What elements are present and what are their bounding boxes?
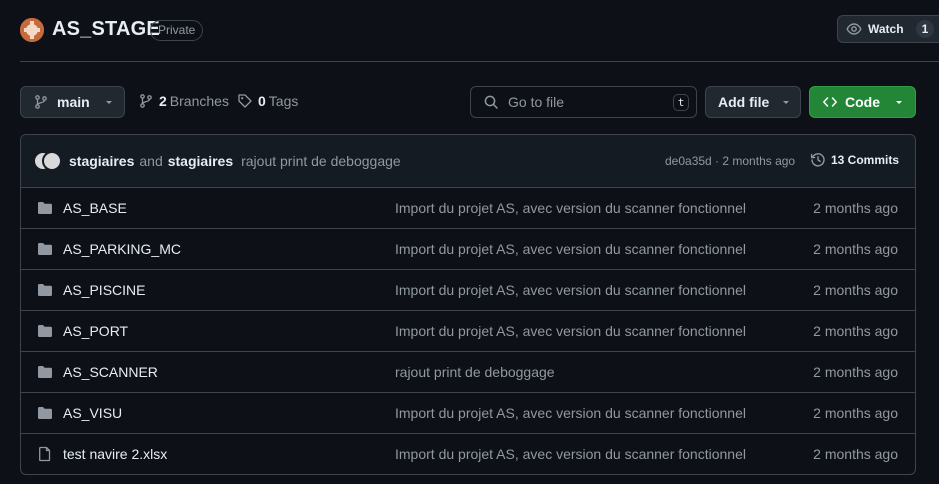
chevron-down-icon [781,97,791,107]
branches-label: Branches [169,93,229,109]
go-to-file-search[interactable]: t [470,86,697,118]
commit-time: 2 months ago [813,446,898,462]
tag-icon [237,93,253,109]
folder-icon [37,282,53,298]
code-icon [822,94,838,110]
header-divider [20,61,939,62]
folder-icon [37,405,53,421]
watch-label: Watch [868,22,904,36]
file-name-link[interactable]: AS_PARKING_MC [63,241,181,257]
commit-authors-avatars[interactable] [33,151,63,171]
table-row[interactable]: AS_BASE Import du projet AS, avec version… [21,188,915,229]
folder-icon [37,364,53,380]
commit-message-link[interactable]: Import du projet AS, avec version du sca… [395,282,746,298]
commit-time: 2 months ago [813,323,898,339]
branches-count: 2 [159,93,167,109]
file-name-link[interactable]: AS_PISCINE [63,282,145,298]
code-label: Code [845,94,880,110]
folder-icon [37,323,53,339]
file-table: stagiaires and stagiaires rajout print d… [20,134,916,475]
tags-count: 0 [258,93,266,109]
commit-time: 2 months ago [813,405,898,421]
commits-history-link[interactable]: 13 Commits [810,152,899,168]
visibility-badge: Private [150,20,204,41]
watch-button[interactable]: Watch 1 [837,15,939,43]
avatar [42,151,62,171]
commit-message-link[interactable]: Import du projet AS, avec version du sca… [395,446,746,462]
keyboard-shortcut-hint: t [673,94,689,111]
file-name-link[interactable]: AS_PORT [63,323,128,339]
commit-time: 2 months ago [813,200,898,216]
git-branch-icon [138,93,154,109]
branches-link[interactable]: 2 Branches [138,93,229,109]
table-row[interactable]: AS_PISCINE Import du projet AS, avec vers… [21,270,915,311]
commit-time: 2 months ago [813,364,898,380]
commit-time: 2 months ago [813,241,898,257]
git-branch-icon [33,94,49,110]
file-name-link[interactable]: AS_BASE [63,200,127,216]
file-name-link[interactable]: AS_SCANNER [63,364,158,380]
commit-message-link[interactable]: rajout print de deboggage [395,364,555,380]
tags-link[interactable]: 0 Tags [237,93,298,109]
repo-name-link[interactable]: AS_STAGE [52,18,160,41]
file-icon [37,446,53,462]
commit-message-link[interactable]: Import du projet AS, avec version du sca… [395,200,746,216]
folder-icon [37,200,53,216]
search-input[interactable] [508,94,668,110]
commit-and-text: and [139,153,163,169]
add-file-label: Add file [718,94,770,110]
branch-name: main [57,94,90,110]
branch-select-button[interactable]: main [20,86,125,118]
commit-time: 2 months ago [813,282,898,298]
file-list: AS_BASE Import du projet AS, avec version… [21,188,915,474]
eye-icon [846,21,862,37]
commit-message-link[interactable]: Import du projet AS, avec version du sca… [395,405,746,421]
commits-count-label: 13 Commits [831,153,900,167]
search-icon [483,94,499,110]
commit-author-link[interactable]: stagiaires [168,153,233,169]
table-row[interactable]: test navire 2.xlsx Import du projet AS, a… [21,434,915,474]
commit-author-link[interactable]: stagiaires [69,153,134,169]
commit-message-link[interactable]: Import du projet AS, avec version du sca… [395,241,746,257]
repo-owner-avatar[interactable] [20,18,44,42]
watch-count-badge: 1 [915,20,935,38]
table-row[interactable]: AS_PARKING_MC Import du projet AS, avec v… [21,229,915,270]
history-clock-icon [810,152,826,168]
chevron-down-icon [894,97,904,107]
code-button[interactable]: Code [809,86,916,118]
folder-icon [37,241,53,257]
tags-label: Tags [268,93,299,109]
file-name-link[interactable]: test navire 2.xlsx [63,446,167,462]
table-row[interactable]: AS_VISU Import du projet AS, avec version… [21,393,915,434]
commit-message-link[interactable]: rajout print de deboggage [241,153,401,169]
chevron-down-icon [104,97,114,107]
table-row[interactable]: AS_SCANNER rajout print de deboggage 2 mon… [21,352,915,393]
commit-message-link[interactable]: Import du projet AS, avec version du sca… [395,323,746,339]
table-row[interactable]: AS_PORT Import du projet AS, avec version… [21,311,915,352]
file-name-link[interactable]: AS_VISU [63,405,122,421]
add-file-button[interactable]: Add file [705,86,801,118]
latest-commit-bar: stagiaires and stagiaires rajout print d… [21,135,915,188]
commit-hash-time[interactable]: de0a35d · 2 months ago [665,154,795,168]
